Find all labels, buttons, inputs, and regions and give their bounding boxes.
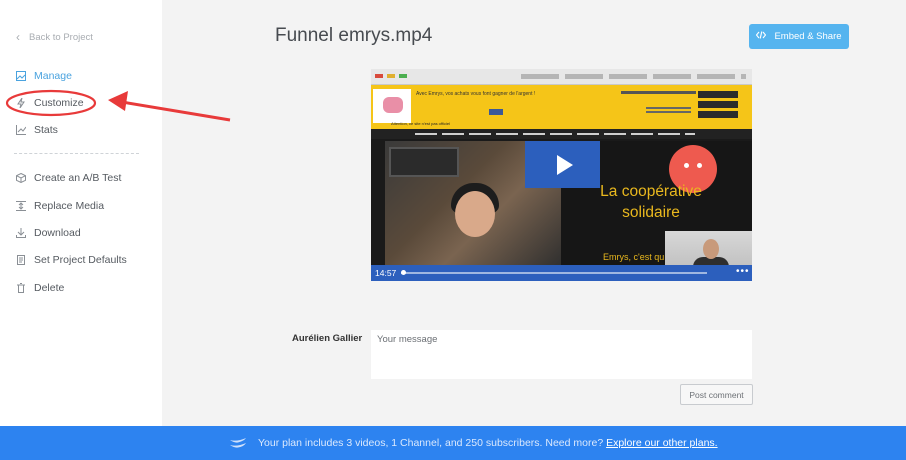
sidebar-item-label: Create an A/B Test [34, 172, 122, 184]
sidebar-item-project-defaults[interactable]: Set Project Defaults [16, 254, 127, 266]
scrub-handle[interactable] [401, 270, 406, 275]
sidebar-item-manage[interactable]: Manage [16, 70, 72, 82]
embed-label: Embed & Share [774, 31, 842, 42]
site-headline: Avec Emrys, vos achats vous font gagner … [416, 91, 536, 97]
browser-toolbar [371, 69, 752, 85]
sidebar-item-delete[interactable]: Delete [16, 282, 64, 294]
wistia-logo-icon [230, 438, 246, 452]
video-scrubber[interactable] [401, 270, 707, 275]
post-comment-button[interactable]: Post comment [680, 384, 753, 405]
back-to-project-link[interactable]: ‹ Back to Project [16, 30, 93, 44]
sidebar-item-label: Download [34, 227, 81, 239]
sidebar-item-download[interactable]: Download [16, 227, 81, 239]
sidebar-item-stats[interactable]: Stats [16, 124, 58, 136]
play-button[interactable] [525, 141, 600, 188]
video-player[interactable]: Avec Emrys, vos achats vous font gagner … [371, 69, 752, 281]
plan-footer: Your plan includes 3 videos, 1 Channel, … [0, 426, 906, 460]
code-icon [756, 31, 767, 42]
coop-text: La coopérative solidaire [600, 183, 702, 221]
explore-plans-link[interactable]: Explore our other plans. [606, 437, 717, 449]
trash-icon [16, 283, 26, 293]
embed-share-button[interactable]: Embed & Share [749, 24, 849, 49]
video-time: 14:57 [375, 268, 397, 278]
sidebar-item-label: Stats [34, 124, 58, 136]
sidebar-item-label: Set Project Defaults [34, 254, 127, 266]
sidebar-item-ab-test[interactable]: Create an A/B Test [16, 172, 121, 184]
site-buttons [698, 91, 738, 121]
site-logo [373, 89, 411, 123]
site-warning: Attention, ce site n'est pas officiel [391, 121, 450, 126]
document-icon [16, 255, 26, 265]
video-controls: 14:57 ••• [371, 265, 752, 281]
more-options-icon[interactable]: ••• [736, 266, 750, 277]
replace-icon [16, 201, 26, 211]
chevron-left-icon: ‹ [16, 30, 20, 44]
play-icon [556, 154, 573, 175]
image-icon [16, 71, 26, 81]
site-header: Avec Emrys, vos achats vous font gagner … [371, 85, 752, 129]
sidebar-item-replace-media[interactable]: Replace Media [16, 200, 104, 212]
coop-subtitle: Emrys, c'est qu [603, 252, 665, 262]
comment-input[interactable] [371, 330, 752, 379]
sidebar-divider [14, 153, 139, 154]
cube-icon [16, 173, 26, 183]
sidebar-item-label: Customize [34, 97, 84, 109]
sidebar-item-label: Manage [34, 70, 72, 82]
back-label: Back to Project [29, 31, 93, 43]
download-icon [16, 228, 26, 238]
comment-author: Aurélien Gallier [292, 333, 363, 344]
sidebar-item-label: Replace Media [34, 200, 105, 212]
lightning-icon [16, 98, 26, 108]
sidebar-item-customize[interactable]: Customize [16, 97, 84, 109]
chart-icon [16, 125, 26, 135]
plan-text: Your plan includes 3 videos, 1 Channel, … [258, 437, 604, 449]
facebook-badge [489, 109, 503, 115]
sidebar-item-label: Delete [34, 282, 65, 294]
page-title: Funnel emrys.mp4 [275, 25, 433, 46]
footer-text: Your plan includes 3 videos, 1 Channel, … [258, 437, 718, 449]
sidebar: ‹ Back to Project Manage Customize Stats… [0, 0, 162, 426]
site-nav [371, 129, 752, 139]
